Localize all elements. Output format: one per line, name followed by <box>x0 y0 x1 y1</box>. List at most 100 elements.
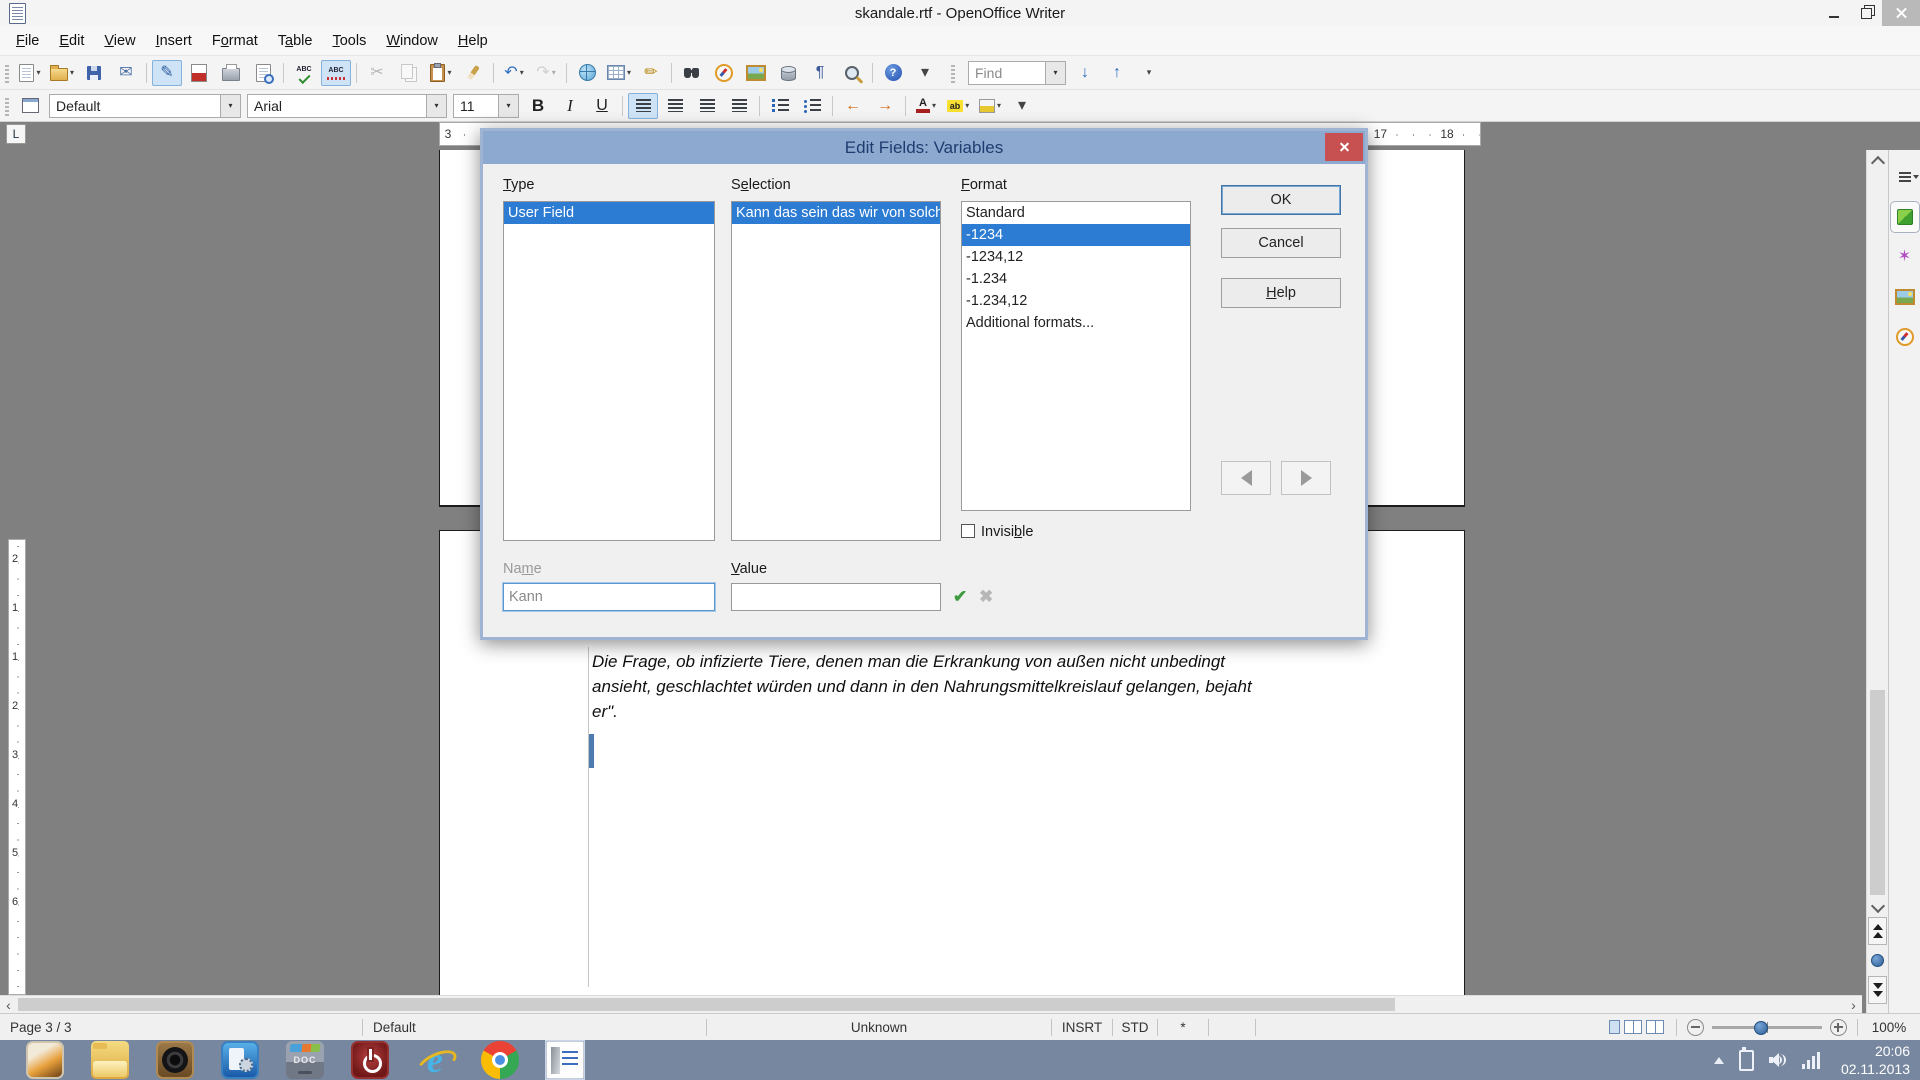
selection-list[interactable]: Kann das sein das wir von solch <box>731 201 941 541</box>
font-name-select[interactable]: Arial ▾ <box>247 94 447 118</box>
align-center-button[interactable] <box>660 93 690 119</box>
menu-view[interactable]: View <box>94 29 145 53</box>
volume-icon[interactable] <box>1769 1052 1787 1068</box>
font-name-dropdown-icon[interactable]: ▾ <box>426 95 446 117</box>
toolbar-handle[interactable] <box>5 96 9 116</box>
previous-page-button[interactable] <box>1868 917 1887 945</box>
type-list-item[interactable]: User Field <box>504 202 714 224</box>
nonprinting-characters-button[interactable]: ¶ <box>805 60 835 86</box>
sidebar-tab-sidebar-settings[interactable] <box>1891 162 1919 192</box>
find-toolbar-handle[interactable] <box>951 63 955 83</box>
next-page-button[interactable] <box>1868 976 1887 1004</box>
paste-dropdown-icon[interactable]: ▾ <box>447 68 451 77</box>
zoom-slider[interactable] <box>1712 1026 1822 1029</box>
menu-tools[interactable]: Tools <box>322 29 376 53</box>
menu-help[interactable]: Help <box>448 29 498 53</box>
decrease-indent-button[interactable]: ← <box>838 93 868 119</box>
restore-button[interactable] <box>1850 0 1882 26</box>
edit-mode-button[interactable]: ✎ <box>152 60 182 86</box>
spellcheck-button[interactable]: ABC <box>289 60 319 86</box>
toolbar-handle[interactable] <box>5 63 9 83</box>
scroll-left-button[interactable]: ‹ <box>0 996 17 1013</box>
format-list-item[interactable]: Standard <box>962 202 1190 224</box>
format-list-item[interactable]: Additional formats... <box>962 312 1190 334</box>
cancel-button[interactable]: Cancel <box>1221 228 1341 258</box>
menu-window[interactable]: Window <box>376 29 448 53</box>
find-toolbar-more-button[interactable]: ▾ <box>1134 60 1164 86</box>
format-list-item[interactable]: -1234,12 <box>962 246 1190 268</box>
redo-button[interactable]: ↷▾ <box>531 60 561 86</box>
sidebar-tab-properties[interactable] <box>1891 202 1919 232</box>
highlighting-dropdown-icon[interactable]: ▾ <box>965 101 969 110</box>
bullet-list-button[interactable] <box>797 93 827 119</box>
table-dropdown-icon[interactable]: ▾ <box>627 68 631 77</box>
export-pdf-button[interactable]: PDF <box>184 60 214 86</box>
document-modified-indicator[interactable]: * <box>1158 1014 1208 1040</box>
next-field-button[interactable] <box>1281 461 1331 495</box>
background-color-button[interactable]: ▾ <box>975 93 1005 119</box>
justify-button[interactable] <box>724 93 754 119</box>
selection-list-item[interactable]: Kann das sein das wir von solch <box>732 202 940 224</box>
horizontal-scrollbar[interactable]: ‹ › <box>0 995 1862 1013</box>
find-replace-button[interactable] <box>677 60 707 86</box>
toolbar-more-button[interactable]: ▾ <box>1007 93 1037 119</box>
type-list[interactable]: User Field <box>503 201 715 541</box>
taskbar-file-explorer[interactable] <box>90 1040 130 1080</box>
tab-stop-type-button[interactable]: L <box>6 124 26 144</box>
page-indicator[interactable]: Page 3 / 3 <box>0 1014 362 1040</box>
taskbar-openoffice-writer[interactable] <box>545 1040 585 1080</box>
background-color-dropdown-icon[interactable]: ▾ <box>997 101 1001 110</box>
styles-window-button[interactable] <box>15 93 45 119</box>
paragraph-style-dropdown-icon[interactable]: ▾ <box>220 95 240 117</box>
menu-format[interactable]: Format <box>202 29 268 53</box>
bold-button[interactable]: B <box>523 93 553 119</box>
taskbar-power[interactable] <box>350 1040 390 1080</box>
increase-indent-button[interactable]: → <box>870 93 900 119</box>
value-input[interactable] <box>731 583 941 611</box>
find-next-button[interactable]: ↓ <box>1070 60 1100 86</box>
save-button[interactable] <box>79 60 109 86</box>
language-indicator[interactable]: Unknown <box>707 1014 1051 1040</box>
navigation-button[interactable] <box>1868 948 1887 973</box>
redo-dropdown-icon[interactable]: ▾ <box>552 68 556 77</box>
taskbar-internet-explorer[interactable]: e <box>415 1040 455 1080</box>
undo-button[interactable]: ↶▾ <box>499 60 529 86</box>
text-line[interactable]: er". <box>592 699 1252 724</box>
zoom-in-button[interactable] <box>1830 1019 1847 1036</box>
page-preview-button[interactable] <box>248 60 278 86</box>
horizontal-scrollbar-thumb[interactable] <box>18 998 1395 1011</box>
hyperlink-button[interactable] <box>572 60 602 86</box>
menu-edit[interactable]: Edit <box>49 29 94 53</box>
minimize-button[interactable] <box>1818 0 1850 26</box>
find-dropdown-icon[interactable]: ▾ <box>1045 62 1065 84</box>
menu-insert[interactable]: Insert <box>146 29 202 53</box>
dialog-close-button[interactable] <box>1325 133 1363 161</box>
format-list-item[interactable]: -1.234 <box>962 268 1190 290</box>
copy-button[interactable] <box>394 60 424 86</box>
taskbar-media-player[interactable] <box>155 1040 195 1080</box>
zoom-button[interactable] <box>837 60 867 86</box>
gallery-button[interactable] <box>741 60 771 86</box>
paste-button[interactable]: ▾ <box>426 60 456 86</box>
delete-button[interactable]: ✖ <box>979 587 993 607</box>
cut-button[interactable]: ✂ <box>362 60 392 86</box>
italic-button[interactable]: I <box>555 93 585 119</box>
help-button[interactable]: ? <box>878 60 908 86</box>
invisible-checkbox[interactable] <box>961 524 975 538</box>
page-style-indicator[interactable]: Default <box>363 1014 706 1040</box>
zoom-slider-thumb[interactable] <box>1754 1021 1768 1035</box>
table-button[interactable]: ▾ <box>604 60 634 86</box>
zoom-level[interactable]: 100% <box>1858 1014 1920 1040</box>
font-color-button[interactable]: A▾ <box>911 93 941 119</box>
show-hidden-icons-button[interactable] <box>1714 1052 1724 1064</box>
scroll-right-button[interactable]: › <box>1845 996 1862 1013</box>
scroll-down-button[interactable] <box>1869 897 1886 914</box>
find-input[interactable]: Find ▾ <box>968 61 1066 85</box>
close-button[interactable] <box>1882 0 1920 26</box>
new-document-dropdown-icon[interactable]: ▾ <box>36 68 40 77</box>
clock[interactable]: 20:06 02.11.2013 <box>1835 1042 1910 1078</box>
help-button[interactable]: Help <box>1221 278 1341 308</box>
document-text[interactable]: Die Frage, ob infizierte Tiere, denen ma… <box>592 649 1252 724</box>
single-page-view-button[interactable] <box>1609 1020 1620 1034</box>
text-line[interactable]: Die Frage, ob infizierte Tiere, denen ma… <box>592 649 1252 674</box>
